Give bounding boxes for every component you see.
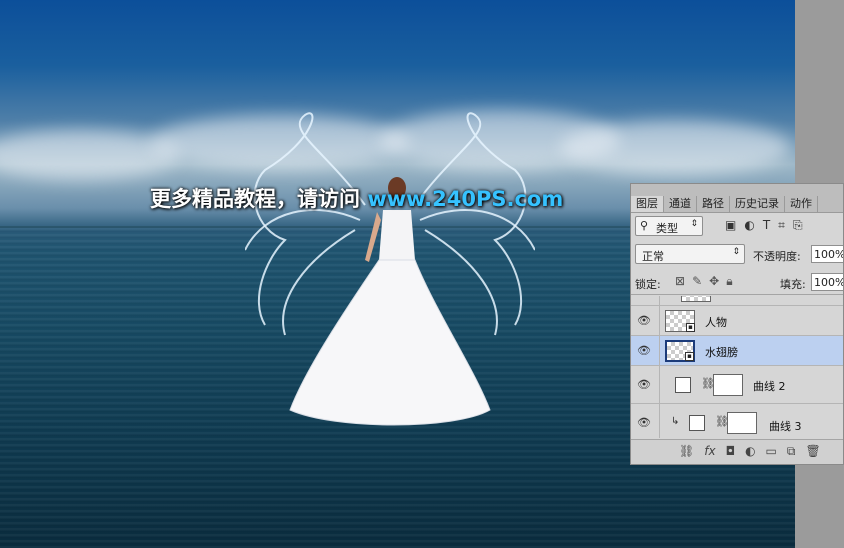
- layer-mask-thumbnail[interactable]: [727, 412, 757, 434]
- type-filter-icon[interactable]: T: [763, 218, 770, 233]
- filter-row: ⚲ 类型 ⇕ ▣ ◐ T ⌗ ⎘: [631, 216, 843, 238]
- filter-icons: ▣ ◐ T ⌗ ⎘: [725, 218, 803, 233]
- opacity-label: 不透明度:: [753, 250, 801, 263]
- fill-input[interactable]: 100%: [811, 273, 843, 291]
- image-filter-icon[interactable]: ▣: [725, 218, 736, 233]
- clipping-arrow-icon: ↳: [671, 416, 680, 427]
- bride-with-water-wings: [245, 112, 535, 426]
- tab-actions[interactable]: 动作: [785, 196, 818, 212]
- opacity-input[interactable]: 100%: [811, 245, 843, 263]
- layer-name[interactable]: 人物: [705, 314, 727, 330]
- layer-thumbnail: ▪: [665, 310, 695, 332]
- eye-icon[interactable]: 👁︎: [637, 314, 651, 327]
- layers-panel: 图层 通道 路径 历史记录 动作 ⚲ 类型 ⇕ ▣ ◐ T ⌗ ⎘ 正常 ⇕ 不…: [630, 183, 844, 465]
- fill-label: 填充:: [780, 278, 806, 291]
- delete-icon[interactable]: 🗑︎: [805, 444, 820, 459]
- updown-icon: ⇕: [732, 247, 740, 257]
- panel-bottom-bar: ⛓︎ fx ◘ ◐ ▭ ⧉ 🗑︎: [631, 439, 843, 464]
- tab-paths[interactable]: 路径: [697, 196, 730, 212]
- add-mask-icon[interactable]: ◘: [726, 444, 736, 459]
- eye-icon[interactable]: 👁︎: [637, 416, 651, 429]
- updown-icon: ⇕: [690, 219, 698, 229]
- new-adjustment-icon[interactable]: ◐: [745, 444, 755, 459]
- bottom-icons: ⛓︎ fx ◘ ◐ ▭ ⧉ 🗑︎: [679, 444, 821, 459]
- lock-pixels-icon[interactable]: ✎: [692, 274, 702, 289]
- panel-tabs: 图层 通道 路径 历史记录 动作: [631, 184, 843, 213]
- blend-mode-select[interactable]: 正常 ⇕: [635, 244, 745, 264]
- layer-list: 👁︎ ▪ 人物 👁︎ ▪ 水翅膀 👁︎ ⛓︎ 曲线 2 👁︎ ↳ ⛓︎ 曲线 3: [631, 296, 843, 438]
- blend-mode-value: 正常: [642, 250, 664, 263]
- tab-history[interactable]: 历史记录: [730, 196, 785, 212]
- curves-icon: [689, 415, 705, 431]
- lock-transparency-icon[interactable]: ⊠: [675, 274, 685, 289]
- lock-row: 锁定: ⊠ ✎ ✥ 🔒︎ 填充: 100%: [631, 272, 843, 295]
- lock-all-icon[interactable]: 🔒︎: [726, 274, 732, 289]
- eye-icon[interactable]: 👁︎: [637, 378, 651, 391]
- layer-row[interactable]: 👁︎ ⛓︎ 曲线 2: [631, 366, 843, 404]
- tab-layers[interactable]: 图层: [631, 196, 664, 212]
- search-icon: ⚲: [640, 219, 649, 232]
- blend-row: 正常 ⇕ 不透明度: 100%: [631, 244, 843, 266]
- layer-row-selected[interactable]: 👁︎ ▪ 水翅膀: [631, 336, 843, 366]
- watermark-url[interactable]: www.240PS.com: [367, 187, 563, 211]
- lock-position-icon[interactable]: ✥: [709, 274, 719, 289]
- layer-thumbnail: [681, 296, 711, 302]
- new-group-icon[interactable]: ▭: [766, 444, 777, 459]
- layer-mask-thumbnail[interactable]: [713, 374, 743, 396]
- eye-icon[interactable]: 👁︎: [637, 344, 651, 357]
- new-layer-icon[interactable]: ⧉: [787, 444, 796, 459]
- fx-icon[interactable]: fx: [704, 444, 715, 459]
- link-layers-icon[interactable]: ⛓︎: [679, 444, 694, 459]
- layer-thumbnail: ▪: [665, 340, 695, 362]
- smart-object-icon: ▪: [686, 323, 695, 332]
- lock-icons: ⊠ ✎ ✥ 🔒︎: [675, 274, 733, 289]
- layer-name[interactable]: 水翅膀: [705, 344, 738, 360]
- curves-icon: [675, 377, 691, 393]
- tab-channels[interactable]: 通道: [664, 196, 697, 212]
- adjustment-filter-icon[interactable]: ◐: [744, 218, 754, 233]
- shape-filter-icon[interactable]: ⌗: [778, 218, 785, 233]
- smart-object-filter-icon[interactable]: ⎘: [793, 218, 803, 233]
- layer-row[interactable]: [631, 296, 843, 306]
- lock-label: 锁定:: [635, 278, 661, 291]
- watermark: 更多精品教程，请访问 www.240PS.com: [150, 183, 563, 213]
- layer-name[interactable]: 曲线 3: [769, 418, 802, 434]
- watermark-text: 更多精品教程，请访问: [150, 187, 368, 211]
- layer-name[interactable]: 曲线 2: [753, 378, 786, 394]
- layer-kind-label: 类型: [656, 222, 678, 235]
- cloud: [560, 120, 790, 175]
- layer-kind-filter[interactable]: ⚲ 类型 ⇕: [635, 216, 703, 236]
- layer-row[interactable]: 👁︎ ↳ ⛓︎ 曲线 3: [631, 404, 843, 438]
- smart-object-icon: ▪: [685, 352, 694, 361]
- layer-row[interactable]: 👁︎ ▪ 人物: [631, 306, 843, 336]
